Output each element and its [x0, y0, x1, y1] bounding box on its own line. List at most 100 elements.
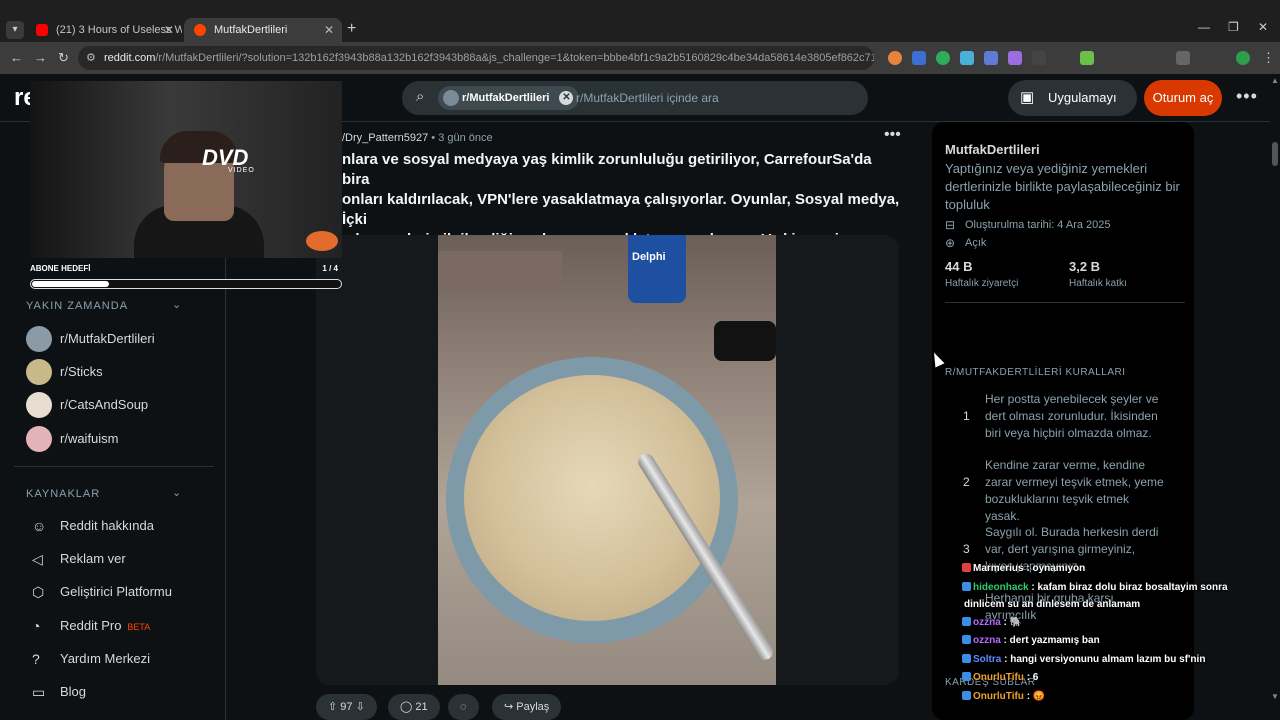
chat-text: : oynamıyon	[1023, 563, 1086, 574]
community-name: r/CatsAndSoup	[60, 397, 149, 412]
sidebar-item-sticks[interactable]: r/Sticks	[26, 358, 216, 386]
extension-icon[interactable]	[984, 51, 998, 65]
post-overflow-icon[interactable]: •••	[884, 126, 901, 144]
profile-avatar[interactable]	[1236, 51, 1250, 65]
stat-label: Haftalık katkı	[1069, 278, 1127, 289]
subscriber-goal: ABONE HEDEFİ 1 / 4	[30, 264, 342, 292]
site-info-icon[interactable]: ⚙	[86, 46, 96, 70]
resource-label: Yardım Merkezi	[60, 651, 151, 666]
clear-chip-icon[interactable]: ✕	[559, 91, 574, 105]
scroll-thumb[interactable]	[1272, 142, 1278, 166]
page-scrollbar[interactable]: ▲ ▼	[1270, 74, 1280, 720]
close-icon[interactable]: ✕	[164, 18, 174, 42]
resource-blog[interactable]: ▭ Blog	[32, 680, 222, 704]
beta-badge: BETA	[127, 622, 151, 632]
visibility: ⊕ Açık	[945, 236, 987, 250]
sidebar-item-catsandsoup[interactable]: r/CatsAndSoup	[26, 391, 216, 419]
chip-label: r/MutfakDertlileri	[462, 92, 550, 104]
extension-icon[interactable]	[960, 51, 974, 65]
close-icon[interactable]: ✕	[324, 18, 334, 42]
extension-icon[interactable]	[1080, 51, 1094, 65]
resource-help-center[interactable]: ? Yardım Merkezi	[32, 647, 222, 671]
forward-icon[interactable]: →	[34, 50, 47, 65]
recent-section-title[interactable]: YAKIN ZAMANDA	[26, 300, 128, 312]
chat-text: : 🐘	[1000, 617, 1023, 628]
resource-about-reddit[interactable]: ☺ Reddit hakkında	[32, 514, 222, 538]
get-app-button[interactable]: ▣ Uygulamayı edin	[1008, 80, 1137, 141]
chat-message: Marmerius : oynamıyon	[962, 562, 1085, 576]
chat-badge-icon	[962, 582, 971, 591]
chevron-down-icon[interactable]: ⌄	[172, 486, 181, 499]
rule-item[interactable]: 2 Kendine zarar verme, kendine zarar ver…	[945, 457, 1181, 523]
tab-title: MutfakDertlileri	[214, 24, 288, 36]
chat-text: : 😡	[1023, 691, 1046, 702]
post-card: /Dry_Pattern5927 • 3 gün önce ••• nlara …	[316, 122, 916, 720]
resource-advertise[interactable]: ◁ Reklam ver	[32, 547, 222, 571]
share-button[interactable]: ↪ Paylaş	[492, 694, 562, 720]
scroll-up-icon[interactable]: ▲	[1271, 76, 1279, 85]
window-close-icon[interactable]: ✕	[1258, 20, 1268, 34]
search-icon: ⌕	[416, 88, 425, 105]
post-author[interactable]: /Dry_Pattern5927	[342, 132, 428, 144]
visibility-label: Açık	[965, 237, 987, 249]
chat-message: dinlicem su an dinlesem de anlamam	[964, 598, 1140, 612]
resources-section-title[interactable]: KAYNAKLAR	[26, 488, 100, 500]
extensions-puzzle-icon[interactable]	[1176, 51, 1190, 65]
login-button[interactable]: Oturum aç	[1144, 80, 1222, 116]
community-search-chip[interactable]: r/MutfakDertlileri ✕	[438, 86, 580, 110]
chat-message: OnurluTifu : 6	[962, 671, 1038, 685]
browser-menu-icon[interactable]: ⋮	[1262, 50, 1275, 66]
sidebar-item-waifuism[interactable]: r/waifuism	[26, 425, 216, 453]
stat-contributions: 3,2 B Haftalık katkı	[1069, 259, 1127, 289]
tab-search-dropdown[interactable]: ▾	[6, 21, 24, 39]
extension-icon[interactable]	[1008, 51, 1022, 65]
community-avatar	[443, 90, 459, 106]
tab-youtube[interactable]: (21) 3 Hours of Useless Walking ✕	[26, 18, 182, 42]
stream-chat-overlay: Marmerius : oynamıyon hideonhack : kafam …	[958, 558, 1248, 708]
chat-message: OnurluTifu : 😡	[962, 690, 1045, 704]
qr-code-icon: ▣	[1020, 89, 1035, 106]
comment-count: 21	[415, 701, 428, 713]
extension-icon[interactable]	[888, 51, 902, 65]
more-options-icon[interactable]: •••	[1236, 86, 1258, 107]
chat-badge-icon	[962, 617, 971, 626]
address-bar[interactable]: ⚙ reddit.com/r/MutfakDertlileri/?solutio…	[78, 46, 874, 70]
new-tab-button[interactable]: +	[347, 20, 356, 38]
megaphone-icon: ◁	[32, 551, 43, 567]
tab-reddit[interactable]: MutfakDertlileri ✕	[184, 18, 342, 42]
chevron-down-icon[interactable]: ⌄	[172, 298, 181, 311]
search-input[interactable]	[576, 88, 856, 108]
sidebar-item-mutfakdertlileri[interactable]: r/MutfakDertlileri	[26, 325, 216, 353]
back-icon[interactable]: ←	[10, 50, 23, 65]
share-label: Paylaş	[516, 701, 550, 713]
extension-icon[interactable]	[936, 51, 950, 65]
resource-label: Geliştirici Platformu	[60, 584, 172, 599]
award-button[interactable]: ◌	[448, 694, 479, 720]
maximize-icon[interactable]: ❐	[1228, 20, 1239, 34]
chat-text: : kafam biraz dolu biraz bosaltayim sonr…	[1028, 582, 1228, 593]
stat-value: 3,2 B	[1069, 259, 1101, 274]
comments-button[interactable]: ◯ 21	[388, 694, 440, 720]
chat-username: OnurluTifu	[973, 691, 1024, 702]
community-name: r/MutfakDertlileri	[60, 331, 155, 346]
food-shape	[464, 375, 720, 621]
youtube-icon	[36, 24, 48, 36]
vote-button[interactable]: ⇧ 97 ⇩	[316, 694, 377, 720]
resource-label: Reddit Pro	[60, 618, 122, 633]
rule-item[interactable]: 1 Her postta yenebilecek şeyler ve dert …	[945, 391, 1181, 451]
extension-icon[interactable]	[1032, 51, 1046, 65]
dvd-logo-sub: VIDEO	[228, 167, 255, 174]
resource-developer-platform[interactable]: ⬡ Geliştirici Platformu	[32, 580, 222, 604]
search-bar[interactable]: ⌕ r/MutfakDertlileri ✕	[402, 81, 868, 115]
divider	[945, 302, 1185, 303]
community-avatar	[26, 359, 52, 385]
resource-reddit-pro[interactable]: ◔ Reddit Pro BETA	[32, 614, 222, 638]
scroll-down-icon[interactable]: ▼	[1271, 692, 1279, 701]
reload-icon[interactable]: ↻	[58, 50, 69, 66]
post-media[interactable]: Delphi	[316, 235, 899, 685]
stat-label: Haftalık ziyaretçi	[945, 278, 1019, 289]
resource-label: Reddit hakkında	[60, 518, 154, 533]
extension-icon[interactable]	[912, 51, 926, 65]
minimize-icon[interactable]: —	[1198, 20, 1210, 34]
chat-message: ozzna : dert yazmamış ban	[962, 634, 1100, 648]
